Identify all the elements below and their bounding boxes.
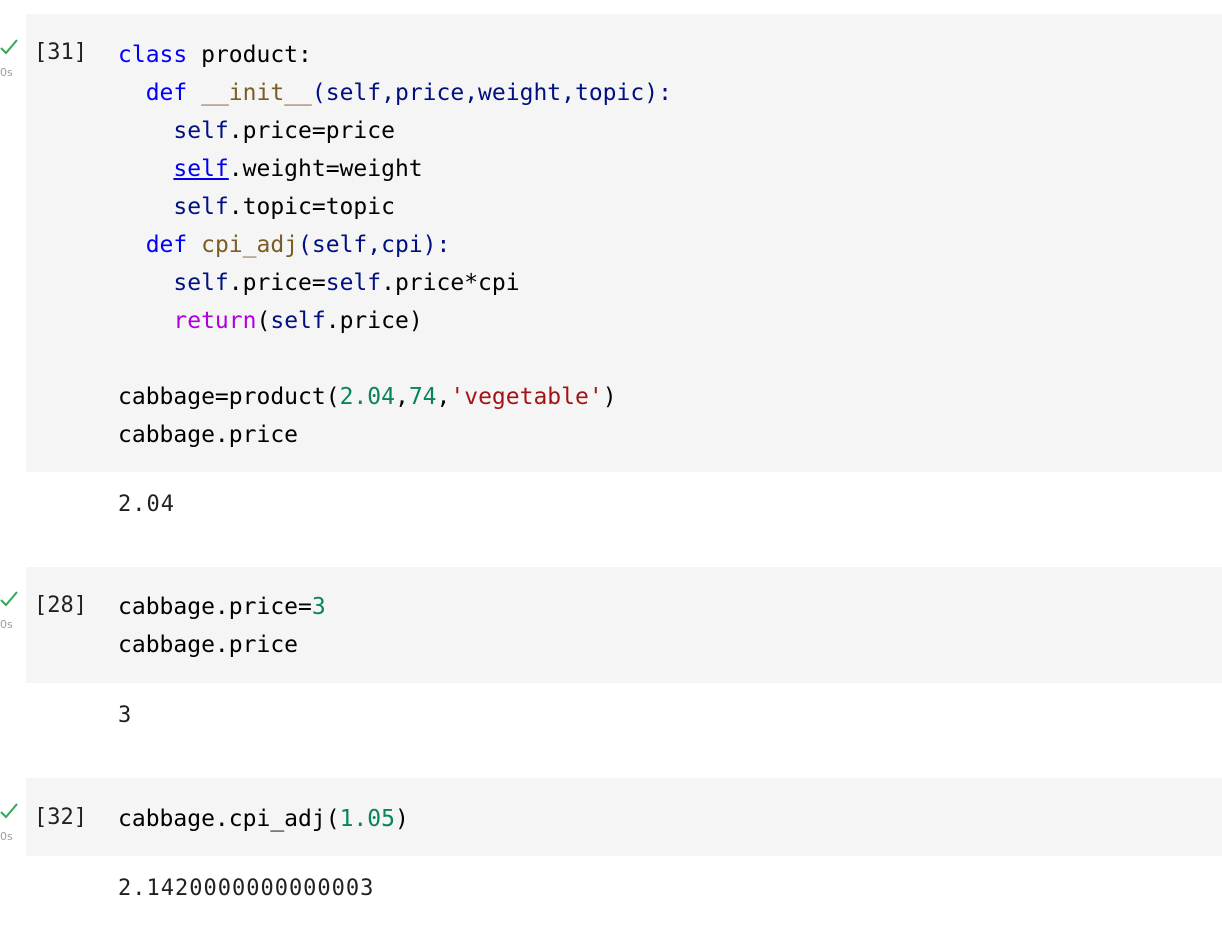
code-text[interactable]: cabbage.price=3 cabbage.price xyxy=(118,588,326,664)
code-token: cabbage=product( xyxy=(118,384,340,410)
cell-output: 3 xyxy=(118,703,133,728)
code-token: cabbage.price xyxy=(118,422,299,448)
code-cell-32[interactable]: 0s [32] cabbage.cpi_adj(1.05) 2.14200000… xyxy=(0,764,1222,934)
code-cell-31[interactable]: 0s [31] class product: def __init__(self… xyxy=(0,0,1222,540)
code-token: (self,cpi): xyxy=(298,232,451,258)
execution-count[interactable]: [32] xyxy=(34,805,87,830)
cell-output: 2.1420000000000003 xyxy=(118,876,375,901)
check-icon xyxy=(0,591,18,607)
code-token: .price*cpi xyxy=(381,270,520,296)
code-token: 1.05 xyxy=(339,806,395,832)
code-token: cabbage.price= xyxy=(118,594,312,620)
code-token: 3 xyxy=(311,594,326,620)
cell-output: 2.04 xyxy=(118,492,175,517)
execution-count[interactable]: [28] xyxy=(34,593,87,618)
code-token: cpi_adj xyxy=(201,232,299,258)
code-token: 'vegetable' xyxy=(450,384,603,410)
execution-time: 0s xyxy=(0,830,13,843)
check-icon xyxy=(0,803,18,819)
code-token: product: xyxy=(187,42,312,68)
execution-count[interactable]: [31] xyxy=(34,40,87,65)
code-token: 2.04 xyxy=(339,384,395,410)
code-token: cabbage.cpi_adj( xyxy=(118,806,340,832)
code-token: ) xyxy=(602,384,617,410)
code-token: .price= xyxy=(228,270,326,296)
code-token: self xyxy=(173,156,229,182)
code-token: .price) xyxy=(325,308,423,334)
code-token: self xyxy=(173,194,229,220)
code-token: , xyxy=(436,384,451,410)
execution-time: 0s xyxy=(0,66,13,79)
code-token: self xyxy=(173,118,229,144)
code-token: def xyxy=(145,232,188,258)
code-token: .price=price xyxy=(228,118,395,144)
code-token: class xyxy=(118,42,188,68)
code-token: ( xyxy=(256,308,271,334)
code-token: self xyxy=(270,308,326,334)
code-token: 74 xyxy=(408,384,437,410)
code-token: cabbage.price xyxy=(118,632,299,658)
code-token: (self,price,weight,topic): xyxy=(311,80,672,106)
code-token: def xyxy=(145,80,188,106)
code-cell-28[interactable]: 0s [28] cabbage.price=3 cabbage.price 3 xyxy=(0,552,1222,752)
code-token: , xyxy=(394,384,409,410)
code-token: self xyxy=(325,270,382,296)
code-token: .topic=topic xyxy=(228,194,395,220)
code-token: return xyxy=(173,308,257,334)
code-token: .weight=weight xyxy=(228,156,423,182)
code-token: ) xyxy=(394,806,409,832)
code-text[interactable]: cabbage.cpi_adj(1.05) xyxy=(118,800,409,838)
code-text[interactable]: class product: def __init__(self,price,w… xyxy=(118,36,672,454)
code-token: self xyxy=(173,270,229,296)
check-icon xyxy=(0,39,18,55)
code-token: __init__ xyxy=(201,80,312,106)
execution-time: 0s xyxy=(0,618,13,631)
